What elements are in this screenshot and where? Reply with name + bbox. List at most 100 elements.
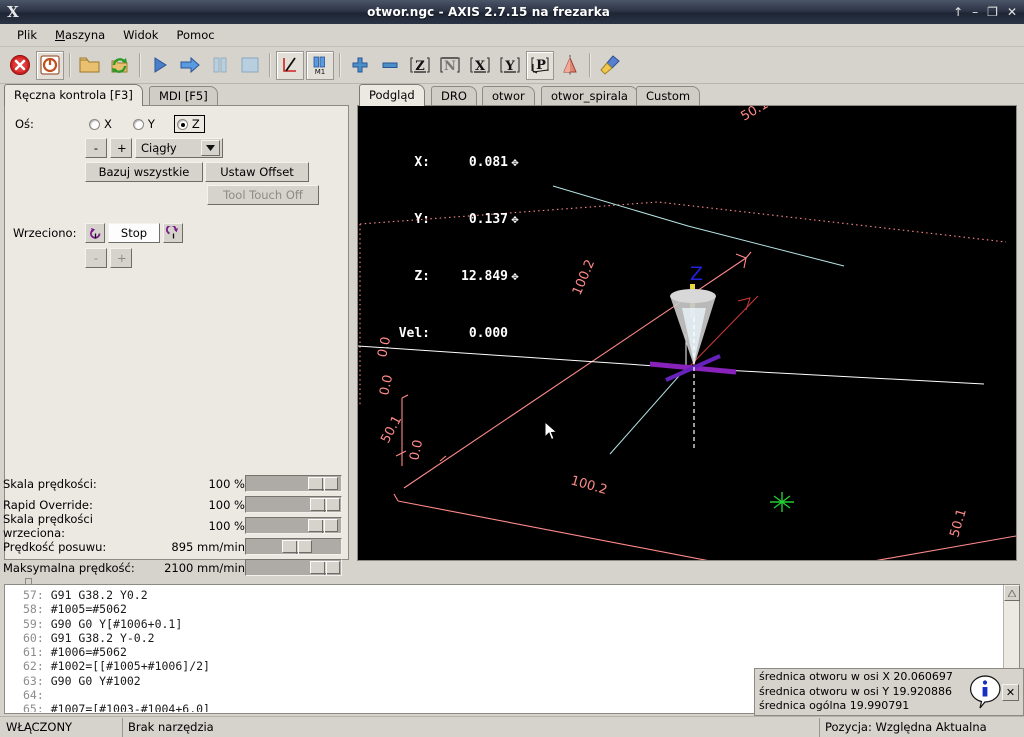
axis-radio-y-label: Y xyxy=(147,117,155,131)
spindle-override-label: Skala prędkości wrzeciona: xyxy=(3,511,93,540)
tab-otwor[interactable]: otwor xyxy=(482,86,535,106)
window-titlebar: X otwor.ngc - AXIS 2.7.15 na frezarka ↑ … xyxy=(0,0,1024,24)
run-program-icon[interactable] xyxy=(146,51,174,80)
notification-close-button[interactable]: ✕ xyxy=(1002,683,1019,701)
scroll-up-button[interactable] xyxy=(1004,585,1020,601)
skip-optional-block-icon[interactable] xyxy=(276,50,304,80)
window-maximize-button[interactable]: ❐ xyxy=(987,6,998,18)
window-close-button[interactable]: ✕ xyxy=(1007,6,1017,18)
axis-radio-x[interactable]: X xyxy=(89,117,112,131)
dro-x-homed-icon: ✥ xyxy=(511,155,519,169)
rapid-override-thumb[interactable] xyxy=(310,498,340,512)
notification-line-3: średnica ogólna 19.990791 xyxy=(759,699,910,713)
toolbar-separator xyxy=(339,53,341,77)
toolbar-separator xyxy=(269,53,271,77)
feed-override-thumb[interactable] xyxy=(308,477,338,491)
gcode-line-text: G90 G0 Y#1002 xyxy=(50,673,141,688)
dro-y-homed-icon: ✥ xyxy=(511,212,519,226)
toolbar-separator xyxy=(139,53,141,77)
view-z-icon[interactable]: Z xyxy=(406,51,434,80)
gcode-line-number: 63: xyxy=(23,673,44,688)
menu-plik[interactable]: Plik xyxy=(8,26,46,44)
menu-pomoc[interactable]: Pomoc xyxy=(167,26,223,44)
spindle-ccw-icon[interactable] xyxy=(85,223,105,243)
view-x-icon[interactable]: X xyxy=(466,51,494,80)
axis-radio-z[interactable]: Z xyxy=(173,115,205,133)
machine-power-icon[interactable] xyxy=(36,50,64,80)
set-offset-button[interactable]: Ustaw Offset xyxy=(205,162,309,182)
open-file-icon[interactable] xyxy=(76,51,104,80)
feed-override-label: Skala prędkości: xyxy=(3,476,97,491)
notification-popup[interactable]: średnica otworu w osi X 20.060697 średnic… xyxy=(754,668,1024,716)
max-velocity-thumb[interactable] xyxy=(310,561,340,575)
dro-z-homed-icon: ✥ xyxy=(511,269,519,283)
tab-mdi[interactable]: MDI [F5] xyxy=(149,86,218,106)
home-all-button[interactable]: Bazuj wszystkie xyxy=(85,162,203,182)
status-tool: Brak narzędzia xyxy=(122,717,819,737)
jog-minus-button[interactable]: - xyxy=(85,138,107,158)
tab-otwor-spirala[interactable]: otwor_spirala xyxy=(541,86,638,106)
notification-line-1: średnica otworu w osi X 20.060697 xyxy=(759,670,953,684)
right-panel: Podgląd DRO otwor otwor_spirala Custom 1… xyxy=(355,84,1024,581)
reload-file-icon[interactable] xyxy=(106,51,134,80)
step-program-icon[interactable] xyxy=(176,51,204,80)
tab-reczna-kontrola[interactable]: Ręczna kontrola [F3] xyxy=(4,84,143,106)
toggle-tool-display-icon[interactable] xyxy=(556,51,584,80)
jog-increment-combo[interactable]: Ciągły xyxy=(135,138,223,158)
jog-speed-slider[interactable] xyxy=(245,538,342,555)
gcode-line-number: 57: xyxy=(23,588,44,602)
axis-label: Oś: xyxy=(15,117,34,131)
clear-plot-icon[interactable] xyxy=(596,51,624,80)
mouse-cursor xyxy=(544,421,558,441)
spindle-faster-button[interactable]: + xyxy=(110,248,132,268)
dro-vel-spacer xyxy=(508,324,522,343)
view-y-icon[interactable]: Y xyxy=(496,51,524,80)
slider-row-jog-speed: Prędkość posuwu: 895 mm/min xyxy=(0,536,353,557)
menu-maszyna[interactable]: Maszyna xyxy=(46,26,114,44)
stop-program-icon xyxy=(236,51,264,80)
max-velocity-slider[interactable] xyxy=(245,559,342,576)
gcode-line-text: #1005=#5062 xyxy=(50,602,127,617)
tab-dro[interactable]: DRO xyxy=(431,86,477,106)
gcode-line-number: 65: xyxy=(23,702,44,712)
dim-label-100-2-front: 100.2 xyxy=(569,473,609,498)
chevron-down-icon[interactable] xyxy=(201,140,220,156)
view-perspective-icon[interactable]: P xyxy=(526,50,554,80)
rapid-override-slider[interactable] xyxy=(245,496,342,513)
window-minimize-button[interactable]: – xyxy=(972,6,978,18)
jog-speed-thumb[interactable] xyxy=(282,540,312,554)
gcode-line-text: G91 G38.2 Y0.2 xyxy=(50,588,148,602)
spindle-slower-button[interactable]: - xyxy=(85,248,107,268)
dro-z-label: Z: xyxy=(414,269,430,284)
tool-touch-off-row: Tool Touch Off xyxy=(207,185,319,205)
toolbar-separator xyxy=(589,53,591,77)
window-shade-button[interactable]: ↑ xyxy=(953,6,963,18)
menu-widok[interactable]: Widok xyxy=(114,26,167,44)
feed-override-slider[interactable] xyxy=(245,475,342,492)
tab-podglad[interactable]: Podgląd xyxy=(359,84,425,106)
slider-row-feed-override: Skala prędkości: 100 % xyxy=(0,473,353,494)
zoom-in-icon[interactable] xyxy=(346,51,374,80)
estop-toggle-icon[interactable] xyxy=(6,51,34,80)
zoom-out-icon[interactable] xyxy=(376,51,404,80)
tool-touch-off-button[interactable]: Tool Touch Off xyxy=(207,185,319,205)
statusbar: WŁĄCZONY Brak narzędzia Pozycja: Względn… xyxy=(0,716,1024,737)
dro-readout: X: 0.081 ✥ Y: 0.137 ✥ Z: 12.849 ✥ Vel: 0… xyxy=(378,115,522,381)
spindle-override-thumb[interactable] xyxy=(308,519,338,533)
axis-radio-y[interactable]: Y xyxy=(132,117,155,131)
gcode-line-number: 64: xyxy=(23,688,44,703)
spindle-cw-icon[interactable] xyxy=(163,223,183,243)
spindle-override-slider[interactable] xyxy=(245,517,342,534)
view-z-rotated-icon[interactable]: N xyxy=(436,51,464,80)
jog-plus-button[interactable]: + xyxy=(110,138,132,158)
dro-line-vel: Vel: 0.000 xyxy=(378,324,522,343)
gcode-3d-preview[interactable]: 100.2 50.1 0.0 0.0 0.0 50.1 100.2 50.1 Z… xyxy=(357,105,1017,561)
gcode-line-text: G90 G0 Y[#1006+0.1] xyxy=(50,616,183,631)
optional-stop-icon[interactable]: M1 xyxy=(306,50,334,80)
feed-override-value: 100 % xyxy=(208,476,245,491)
menu-maszyna-rest: aszyna xyxy=(64,28,106,42)
gcode-line-number: 61: xyxy=(23,645,44,660)
home-offset-row: Bazuj wszystkie Ustaw Offset xyxy=(85,162,309,182)
spindle-stop-button[interactable]: Stop xyxy=(108,223,160,243)
tab-custom[interactable]: Custom xyxy=(636,86,701,106)
